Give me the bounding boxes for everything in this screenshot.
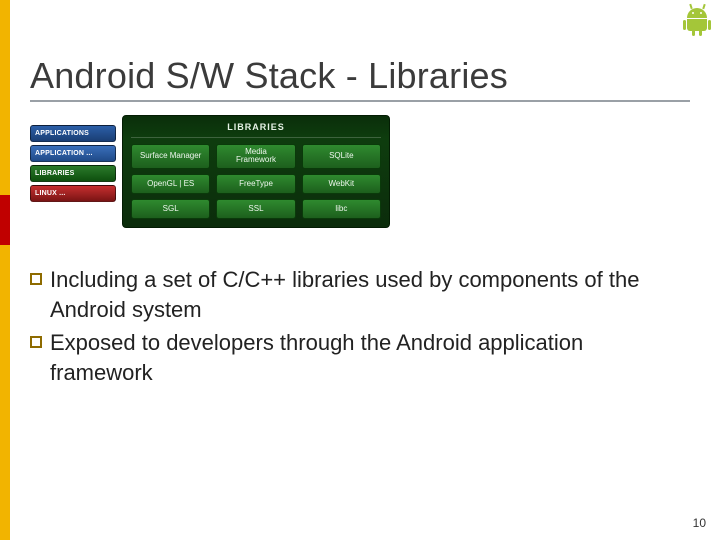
bullet-marker-icon <box>30 336 42 348</box>
lib-libc: libc <box>302 199 381 219</box>
bullet-item: Exposed to developers through the Androi… <box>30 328 690 387</box>
layer-libraries: LIBRARIES <box>30 165 116 182</box>
accent-stripe-yellow <box>0 0 10 540</box>
title-underline <box>30 100 690 102</box>
bullet-text: Including a set of C/C++ libraries used … <box>50 265 690 324</box>
lib-media-framework: Media Framework <box>216 144 295 169</box>
lib-opengl-es: OpenGL | ES <box>131 174 210 194</box>
libraries-grid: Surface Manager Media Framework SQLite O… <box>131 144 381 219</box>
layer-linux: LINUX ... <box>30 185 116 202</box>
android-logo-icon <box>686 8 708 34</box>
layer-framework: APPLICATION ... <box>30 145 116 162</box>
libraries-panel-title: LIBRARIES <box>131 122 381 138</box>
lib-surface-manager: Surface Manager <box>131 144 210 169</box>
stack-layer-labels: APPLICATIONS APPLICATION ... LIBRARIES L… <box>30 115 116 228</box>
lib-freetype: FreeType <box>216 174 295 194</box>
bullet-list: Including a set of C/C++ libraries used … <box>30 265 690 392</box>
page-number: 10 <box>693 516 706 530</box>
lib-ssl: SSL <box>216 199 295 219</box>
page-title: Android S/W Stack - Libraries <box>30 55 508 97</box>
lib-sgl: SGL <box>131 199 210 219</box>
bullet-marker-icon <box>30 273 42 285</box>
accent-stripe-red <box>0 195 10 245</box>
bullet-text: Exposed to developers through the Androi… <box>50 328 690 387</box>
layer-applications: APPLICATIONS <box>30 125 116 142</box>
lib-webkit: WebKit <box>302 174 381 194</box>
android-stack-diagram: APPLICATIONS APPLICATION ... LIBRARIES L… <box>30 115 390 228</box>
lib-sqlite: SQLite <box>302 144 381 169</box>
bullet-item: Including a set of C/C++ libraries used … <box>30 265 690 324</box>
libraries-panel: LIBRARIES Surface Manager Media Framewor… <box>122 115 390 228</box>
